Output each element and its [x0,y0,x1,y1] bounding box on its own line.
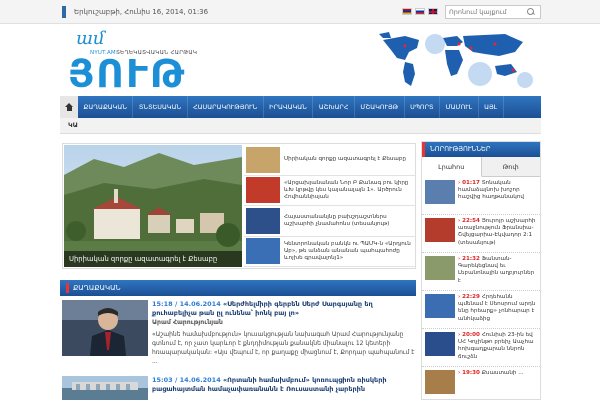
news-thumb [425,218,455,242]
armenian-flag-icon[interactable] [402,8,412,15]
arrow-icon: › [458,370,461,376]
article-time: 15:18 / 14.06.2014 [152,300,221,308]
search-box [445,5,541,19]
slider-thumb [246,146,280,173]
nav-item-culture[interactable]: ՄՇԱԿՈՒՅԹ [355,96,405,118]
world-map-icon [375,30,540,92]
article-body: 15:18 / 14.06.2014 «Սերժհելմիրի գերբեն Ս… [152,300,416,366]
news-feed: ՆՈՐՈՒԹՅՈՒՆՆԵՐ Լրահոս Թոփ › 01:17 Տոնական… [421,141,541,400]
news-time: 21:32 [462,256,480,262]
nav-item-society[interactable]: ՀԱՍԱՐԱԿՈՒԹՅՈՒՆ [188,96,264,118]
slider-thumb [246,238,280,265]
news-thumb [425,332,455,356]
news-thumb [425,180,455,204]
nav-item-press[interactable]: ՄԱՄՈՒԼ [440,96,479,118]
current-date: Երկուշաբթի, Հունիս 16, 2014, 01:36 [62,6,208,18]
section-header: ՔԱՂԱՔԱԿԱՆ [60,280,416,296]
russian-flag-icon[interactable] [415,8,425,15]
news-item[interactable]: › 19:30 Քսաստանի ... [422,367,540,399]
slider-list: Սիրիական զորքը ազատագրել է Քեսաբը «Արցախ… [244,145,416,267]
nav-item-economy[interactable]: ՏՆՏԵՍԱԿԱՆ [133,96,188,118]
nav-item-world[interactable]: ԱՇԽԱՐՀ [313,96,355,118]
article-headline[interactable]: 15:03 / 14.06.2014 «Որտանի համախմբում» կ… [152,376,416,394]
slider-thumb [246,207,280,234]
featured-slider: Սիրիական զորքը ազատագրել է Քեսաբը Սիրիակ… [62,143,416,269]
slider-item-title: Հայաստանանյնը բախշդաշտներս աշխարհի չնամա… [284,213,390,227]
news-text: Քսաստանի ... [481,370,524,376]
news-thumb [425,256,455,280]
article-excerpt: «Աշաինե համախմբություն» կուսակցության նա… [152,331,415,365]
nav-item-politics[interactable]: ՔԱՂԱՔԱԿԱՆ [78,96,134,118]
featured-image[interactable]: Սիրիական զորքը ազատագրել է Քեսաբը [64,145,242,267]
featured-caption[interactable]: Սիրիական զորքը ազատագրել է Քեսաբը [64,251,242,267]
arrow-icon: › [458,256,461,262]
arrow-icon: › [458,218,461,224]
slider-item[interactable]: Սիրիական զորքը ազատագրել է Քեսաբը [244,145,416,176]
logo-main-text: ՅՈՒԹ [68,52,187,96]
subnav-item[interactable]: ԿԱ [68,121,78,129]
news-item[interactable]: › 22:29 Հրդեհանն պմենամ է Սեոսրում արդն … [422,291,540,329]
slider-item-title: Կենտրոնական բանկն ու ՊԱՄԿ-ն «Արդյուն Աբ»… [284,240,411,261]
logo-small-text: ամ [76,28,105,49]
main-nav: ՔԱՂԱՔԱԿԱՆ ՏՆՏԵՍԱԿԱՆ ՀԱՍԱՐԱԿՈՒԹՅՈՒՆ ԻՐԱՎԱ… [60,96,541,118]
article-time: 15:03 / 14.06.2014 [152,376,221,384]
tab-feed[interactable]: Լրահոս [422,157,482,177]
article-item: 15:18 / 14.06.2014 «Սերժհելմիրի գերբեն Ս… [62,300,416,372]
news-time: 22:54 [462,218,480,224]
news-item[interactable]: › 01:17 Տոնական համաձայնոխ խոշոր հաշվից … [422,177,540,215]
english-flag-icon[interactable] [428,8,438,15]
nav-item-other[interactable]: ԱՅԼ [479,96,504,118]
nav-item-sport[interactable]: ՍՊՈՐՏ [405,96,441,118]
arrow-icon: › [458,180,461,186]
slider-item-title: «Արցախյանանան Նոր Բ Քանագ բու կիրը ևԽ կր… [284,179,409,200]
news-feed-title: ՆՈՐՈՒԹՅՈՒՆՆԵՐ [422,142,540,157]
article-body: 15:03 / 14.06.2014 «Որտանի համախմբում» կ… [152,376,416,394]
news-thumb [425,294,455,318]
featured-photo [64,145,242,267]
slider-item[interactable]: «Արցախյանանան Նոր Բ Քանագ բու կիրը ևԽ կր… [244,176,416,206]
news-time: 19:30 [462,370,480,376]
news-item[interactable]: › 20:00 Հունիսի 23-ին եվ ՍՀ Կոչինթո բրեի… [422,329,540,367]
news-thumb [425,370,455,394]
slider-item[interactable]: Հայաստանանյնը բախշդաշտներս աշխարհի չնամա… [244,206,416,237]
news-item[interactable]: › 22:54 Յուրոյր աշխարհի առաջնություն Ֆրա… [422,215,540,253]
section-title[interactable]: ՔԱՂԱՔԱԿԱՆ [66,283,121,293]
arrow-icon: › [458,294,461,300]
arrow-icon: › [458,332,461,338]
news-tabs: Լրահոս Թոփ [422,157,540,177]
article-author: Արամ Հարությունյան [152,319,223,326]
sub-nav: ԿԱ [60,118,541,134]
slider-thumb [246,177,280,204]
language-switcher [402,8,438,15]
home-button[interactable] [60,96,78,118]
site-header: ամ NYUT.AM ՏԵՂԵԿԱՏՎԱԿԱՆ ՀԱՐԹԱԿ ՅՈՒԹ [0,24,600,96]
news-time: 22:29 [462,294,480,300]
news-time: 01:17 [462,180,480,186]
article-item: 15:03 / 14.06.2014 «Որտանի համախմբում» կ… [62,376,416,400]
article-headline[interactable]: 15:18 / 14.06.2014 «Սերժհելմիրի գերբեն Ս… [152,300,416,318]
nav-item-law[interactable]: ԻՐԱՎԱԿԱՆ [264,96,314,118]
search-input[interactable] [446,6,526,18]
article-image[interactable] [62,376,148,400]
site-logo[interactable]: ամ NYUT.AM ՏԵՂԵԿԱՏՎԱԿԱՆ ՀԱՐԹԱԿ ՅՈՒԹ [68,26,208,94]
news-item[interactable]: › 21:32 Ֆանտան-Գարեկեցնավ եւ Լեբանոնային… [422,253,540,291]
news-time: 20:00 [462,332,480,338]
search-icon[interactable] [526,7,536,17]
slider-item-title: Սիրիական զորքը ազատագրել է Քեսաբը [284,156,406,163]
slider-item[interactable]: Կենտրոնական բանկն ու ՊԱՄԿ-ն «Արդյուն Աբ»… [244,237,416,267]
article-image[interactable] [62,300,148,356]
top-bar: Երկուշաբթի, Հունիս 16, 2014, 01:36 [0,0,600,24]
home-icon [64,103,74,111]
tab-top[interactable]: Թոփ [482,157,541,176]
